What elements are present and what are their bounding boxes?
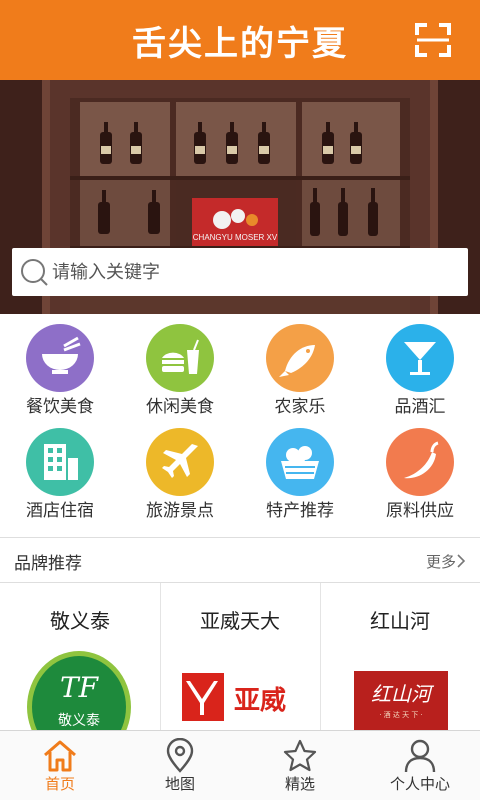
more-brands-link[interactable]: 更多 bbox=[426, 551, 466, 572]
brand-logo-text: 亚威 bbox=[234, 685, 286, 716]
app-screen: 舌尖上的宁夏 CHANGYU MOSER XV 请输入关键字 餐饮美食 休闲美食… bbox=[0, 0, 480, 800]
brand-card[interactable]: 红山河 红山河 · 酒 达 天 下 · bbox=[320, 583, 480, 731]
brand-card[interactable]: 敬义泰 TF 敬义泰 bbox=[0, 583, 160, 731]
search-bar[interactable] bbox=[12, 248, 468, 296]
category-dining[interactable]: 餐饮美食 bbox=[0, 314, 120, 418]
user-icon bbox=[404, 739, 436, 773]
category-tourism[interactable]: 旅游景点 bbox=[120, 418, 240, 522]
category-label: 原料供应 bbox=[386, 501, 454, 521]
section-divider bbox=[0, 537, 480, 538]
page-title: 舌尖上的宁夏 bbox=[132, 23, 348, 64]
nav-map[interactable]: 地图 bbox=[120, 731, 240, 800]
fruit-basket-icon bbox=[266, 428, 334, 496]
chevron-right-icon bbox=[457, 554, 466, 568]
brand-name: 亚威天大 bbox=[200, 609, 280, 633]
fish-icon bbox=[266, 324, 334, 392]
search-input[interactable] bbox=[52, 261, 452, 283]
banner-carousel[interactable]: CHANGYU MOSER XV bbox=[0, 80, 480, 314]
brand-logo-hongshanhe: 红山河 · 酒 达 天 下 · bbox=[354, 671, 448, 731]
scan-icon[interactable] bbox=[414, 22, 452, 58]
header-bar: 舌尖上的宁夏 bbox=[0, 0, 480, 80]
brand-name: 红山河 bbox=[370, 609, 430, 633]
category-supplies[interactable]: 原料供应 bbox=[360, 418, 480, 522]
category-wine[interactable]: 品酒汇 bbox=[360, 314, 480, 418]
brand-list: 敬义泰 TF 敬义泰 亚威天大 亚威 红山河 红山河 · 酒 达 天 下 · bbox=[0, 583, 480, 731]
search-icon bbox=[21, 259, 48, 286]
nav-home[interactable]: 首页 bbox=[0, 731, 120, 800]
nav-label: 精选 bbox=[284, 775, 315, 793]
brand-logo-subtext: · 酒 达 天 下 · bbox=[379, 710, 423, 719]
category-specialty[interactable]: 特产推荐 bbox=[240, 418, 360, 522]
airplane-icon bbox=[146, 428, 214, 496]
brand-logo-mark: TF bbox=[60, 671, 100, 704]
brand-name: 敬义泰 bbox=[50, 609, 110, 633]
category-label: 休闲美食 bbox=[146, 397, 214, 417]
brand-section-header: 品牌推荐 更多 bbox=[0, 540, 480, 582]
nav-profile[interactable]: 个人中心 bbox=[360, 731, 480, 800]
category-grid: 餐饮美食 休闲美食 农家乐 品酒汇 酒店住宿 旅游景点 特产推荐 原料供应 bbox=[0, 314, 480, 536]
nav-label: 个人中心 bbox=[389, 775, 450, 793]
category-snacks[interactable]: 休闲美食 bbox=[120, 314, 240, 418]
brand-section-title: 品牌推荐 bbox=[14, 553, 82, 574]
brand-card[interactable]: 亚威天大 亚威 bbox=[160, 583, 320, 731]
chili-pepper-icon bbox=[386, 428, 454, 496]
nav-label: 首页 bbox=[44, 775, 75, 793]
burger-drink-icon bbox=[146, 324, 214, 392]
cocktail-glass-icon bbox=[386, 324, 454, 392]
nav-label: 地图 bbox=[164, 775, 195, 793]
brand-logo-text: 红山河 bbox=[371, 682, 435, 706]
category-label: 农家乐 bbox=[274, 397, 326, 417]
hotel-building-icon bbox=[26, 428, 94, 496]
home-icon bbox=[44, 740, 76, 772]
category-label: 品酒汇 bbox=[394, 397, 446, 417]
brand-logo-yawei: 亚威 bbox=[182, 673, 286, 721]
more-label: 更多 bbox=[425, 552, 456, 571]
category-hotel[interactable]: 酒店住宿 bbox=[0, 418, 120, 522]
category-label: 酒店住宿 bbox=[26, 501, 94, 521]
banner-sign-text: CHANGYU MOSER XV bbox=[193, 233, 278, 242]
category-label: 特产推荐 bbox=[266, 501, 334, 521]
map-pin-icon bbox=[166, 738, 194, 773]
star-icon bbox=[283, 739, 317, 772]
category-label: 旅游景点 bbox=[146, 501, 214, 521]
bowl-chopsticks-icon bbox=[26, 324, 94, 392]
brand-logo-jingyitai: TF 敬义泰 bbox=[27, 651, 131, 731]
brand-logo-text: 敬义泰 bbox=[58, 713, 100, 729]
category-label: 餐饮美食 bbox=[26, 397, 94, 417]
category-farmstay[interactable]: 农家乐 bbox=[240, 314, 360, 418]
nav-featured[interactable]: 精选 bbox=[240, 731, 360, 800]
bottom-nav: 首页 地图 精选 个人中心 bbox=[0, 730, 480, 800]
